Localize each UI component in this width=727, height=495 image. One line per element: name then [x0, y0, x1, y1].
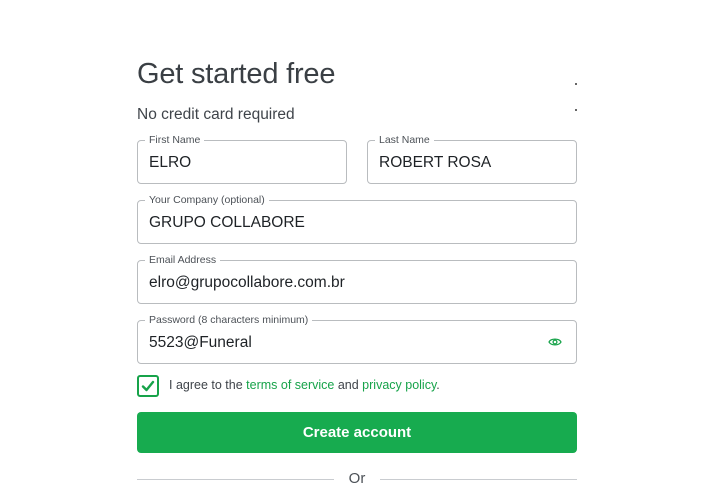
- email-label: Email Address: [145, 253, 221, 267]
- decorative-dot: [575, 83, 577, 85]
- email-field[interactable]: Email Address elro@grupocollabore.com.br: [137, 253, 577, 304]
- agree-prefix: I agree to the: [169, 378, 247, 392]
- page-title: Get started free: [137, 58, 336, 90]
- agree-text: I agree to the terms of service and priv…: [169, 378, 440, 392]
- password-label: Password (8 characters minimum): [145, 313, 313, 327]
- eye-icon[interactable]: [548, 335, 562, 349]
- checkmark-icon: [141, 380, 155, 392]
- company-field[interactable]: Your Company (optional) GRUPO COLLABORE: [137, 193, 577, 244]
- page-subtitle: No credit card required: [137, 106, 295, 123]
- email-value[interactable]: elro@grupocollabore.com.br: [149, 273, 345, 293]
- company-label: Your Company (optional): [145, 193, 269, 207]
- terms-agreement: I agree to the terms of service and priv…: [137, 375, 577, 397]
- agree-checkbox[interactable]: [137, 375, 159, 397]
- last-name-field[interactable]: Last Name ROBERT ROSA: [367, 133, 577, 184]
- divider-line-left: [137, 479, 334, 480]
- first-name-value[interactable]: ELRO: [149, 153, 191, 173]
- divider-line-right: [380, 479, 577, 480]
- password-field[interactable]: Password (8 characters minimum) 5523@Fun…: [137, 313, 577, 364]
- last-name-value[interactable]: ROBERT ROSA: [379, 153, 491, 173]
- decorative-dot: [575, 109, 577, 111]
- agree-suffix: .: [436, 378, 440, 392]
- or-divider-label: Or: [348, 470, 366, 487]
- privacy-policy-link[interactable]: privacy policy: [362, 378, 436, 392]
- terms-of-service-link[interactable]: terms of service: [246, 378, 334, 392]
- first-name-field[interactable]: First Name ELRO: [137, 133, 347, 184]
- first-name-label: First Name: [145, 133, 205, 147]
- last-name-label: Last Name: [375, 133, 434, 147]
- company-value[interactable]: GRUPO COLLABORE: [149, 213, 305, 233]
- create-account-button[interactable]: Create account: [137, 412, 577, 453]
- password-value[interactable]: 5523@Funeral: [149, 333, 252, 353]
- agree-middle: and: [334, 378, 363, 392]
